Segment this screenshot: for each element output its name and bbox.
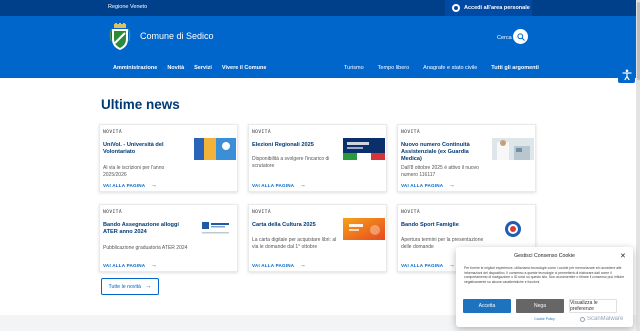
nav-item-novita[interactable]: Novità	[167, 65, 184, 71]
site-brand[interactable]: Comune di Sedico	[140, 31, 214, 41]
card-kicker: NOVITÀ	[252, 210, 271, 215]
login-button[interactable]: Accedi all'area personale	[445, 0, 532, 16]
preferences-button[interactable]: Visualizza le preferenze	[569, 299, 617, 313]
login-label: Accedi all'area personale	[464, 5, 530, 11]
card-link[interactable]: VAI ALLA PAGINA →	[103, 262, 157, 269]
watermark: ScanMalware	[580, 316, 623, 322]
watermark-logo-icon	[580, 316, 585, 322]
arrow-right-icon: →	[150, 182, 158, 189]
card-title[interactable]: Elezioni Regionali 2025	[252, 142, 337, 149]
card-image	[194, 218, 236, 240]
card-description: Dall'8 ottobre 2025 è attivo il nuovo nu…	[401, 165, 479, 178]
card-image	[492, 138, 534, 160]
nav-item-turismo[interactable]: Turismo	[344, 65, 364, 71]
secondary-nav: Turismo Tempo libero Anagrafe e stato ci…	[344, 65, 539, 71]
nav-item-tutti-gli-argomenti[interactable]: Tutti gli argomenti	[491, 65, 539, 71]
card-image	[492, 218, 534, 240]
card-link-label: VAI ALLA PAGINA	[401, 263, 444, 268]
all-news-label: Tutte le novità	[108, 283, 141, 290]
news-card[interactable]: NOVITÀ Nuovo numero Continuità Assistenz…	[397, 124, 536, 192]
card-image	[343, 138, 385, 160]
cookie-text: Per fornire le migliori esperienze, util…	[464, 266, 625, 284]
card-link-label: VAI ALLA PAGINA	[252, 263, 295, 268]
arrow-right-icon: →	[448, 182, 456, 189]
scrollbar[interactable]	[636, 0, 640, 331]
nav-item-tempo-libero[interactable]: Tempo libero	[378, 65, 410, 71]
card-link-label: VAI ALLA PAGINA	[252, 183, 295, 188]
card-link[interactable]: VAI ALLA PAGINA →	[252, 262, 306, 269]
scrollbar-thumb[interactable]	[636, 2, 640, 80]
top-bar: Regione Veneto Accedi all'area personale	[0, 0, 640, 16]
card-kicker: NOVITÀ	[103, 210, 122, 215]
section-title: Ultime news	[101, 97, 180, 112]
card-description: Pubblicazione graduatoria ATER 2024	[103, 245, 188, 251]
card-link[interactable]: VAI ALLA PAGINA →	[103, 182, 157, 189]
arrow-right-icon: →	[448, 262, 456, 269]
card-link[interactable]: VAI ALLA PAGINA →	[252, 182, 306, 189]
nav-item-anagrafe[interactable]: Anagrafe e stato civile	[423, 65, 477, 71]
news-card[interactable]: NOVITÀ Elezioni Regionali 2025 Disponibi…	[248, 124, 387, 192]
arrow-right-icon: →	[150, 262, 158, 269]
card-description: Al via le iscrizioni per l'anno 2025/202…	[103, 165, 165, 178]
arrow-right-icon: →	[144, 283, 152, 290]
search-button[interactable]	[513, 29, 528, 44]
nav-item-amministrazione[interactable]: Amministrazione	[113, 65, 157, 71]
primary-nav: Amministrazione Novità Servizi Vivere il…	[113, 65, 266, 71]
watermark-label: ScanMalware	[587, 316, 624, 322]
card-title[interactable]: Bando Sport Famiglie	[401, 222, 486, 229]
accessibility-icon	[622, 69, 631, 80]
card-kicker: NOVITÀ	[103, 130, 122, 135]
card-link-label: VAI ALLA PAGINA	[401, 183, 444, 188]
card-description: Disponibilità a svolgere l'incarico di s…	[252, 156, 330, 169]
news-card[interactable]: NOVITÀ UniVol. - Università del Volontar…	[99, 124, 238, 192]
card-kicker: NOVITÀ	[252, 130, 271, 135]
card-title[interactable]: Nuovo numero Continuità Assistenziale (e…	[401, 142, 486, 163]
deny-button[interactable]: Nega	[516, 299, 564, 313]
search-label: Cerca	[497, 35, 512, 41]
coat-of-arms-icon[interactable]	[109, 23, 131, 51]
card-link-label: VAI ALLA PAGINA	[103, 183, 146, 188]
card-title[interactable]: Carta della Cultura 2025	[252, 222, 337, 229]
card-image	[194, 138, 236, 160]
card-kicker: NOVITÀ	[401, 130, 420, 135]
accept-button[interactable]: Accetta	[463, 299, 511, 313]
arrow-right-icon: →	[299, 182, 307, 189]
cookie-title: Gestisci Consenso Cookie	[514, 253, 575, 259]
accessibility-button[interactable]	[618, 66, 635, 83]
user-icon	[452, 4, 460, 12]
cookie-consent-dialog: Gestisci Consenso Cookie ✕ Per fornire l…	[456, 247, 633, 327]
card-description: La carta digitale per acquistare libri: …	[252, 237, 337, 250]
all-news-button[interactable]: Tutte le novità →	[101, 278, 159, 295]
card-kicker: NOVITÀ	[401, 210, 420, 215]
card-title[interactable]: UniVol. - Università del Volontariato	[103, 142, 188, 156]
card-image	[343, 218, 385, 240]
nav-item-servizi[interactable]: Servizi	[194, 65, 212, 71]
card-title[interactable]: Bando Assegnazione alloggi ATER anno 202…	[103, 222, 188, 236]
close-icon[interactable]: ✕	[620, 252, 626, 260]
nav-item-vivere-il-comune[interactable]: Vivere il Comune	[222, 65, 267, 71]
arrow-right-icon: →	[299, 262, 307, 269]
news-card[interactable]: NOVITÀ Carta della Cultura 2025 La carta…	[248, 204, 387, 272]
card-link-label: VAI ALLA PAGINA	[103, 263, 146, 268]
region-link[interactable]: Regione Veneto	[108, 4, 147, 10]
card-link[interactable]: VAI ALLA PAGINA →	[401, 182, 455, 189]
search-icon	[516, 32, 525, 41]
news-card[interactable]: NOVITÀ Bando Assegnazione alloggi ATER a…	[99, 204, 238, 272]
site-header: Comune di Sedico Cerca Amministrazione N…	[0, 16, 640, 78]
card-link[interactable]: VAI ALLA PAGINA →	[401, 262, 455, 269]
